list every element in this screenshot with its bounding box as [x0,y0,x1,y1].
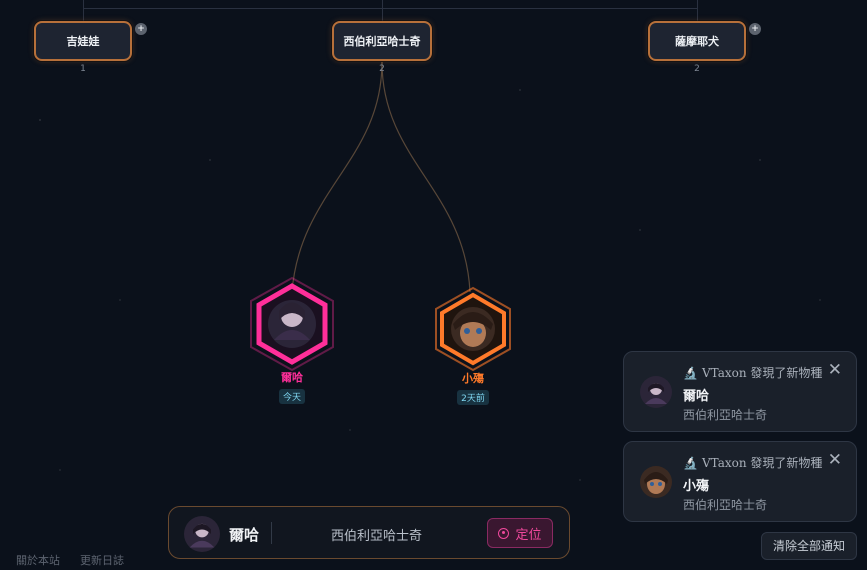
notification-header: 🔬 VTaxon 發現了新物種 [683,454,822,471]
selected-species-name: 爾哈 [229,526,260,544]
expand-icon[interactable]: + [135,23,147,35]
taxon-count: 2 [379,64,385,74]
notification-species-name: 爾哈 [683,389,710,404]
notification-toast[interactable]: 🔬 VTaxon 發現了新物種 爾哈 西伯利亞哈士奇 ✕ [623,351,857,432]
locate-button[interactable]: 定位 [487,518,553,548]
clear-all-notifications-button[interactable]: 清除全部通知 [761,532,857,560]
close-icon[interactable]: ✕ [828,452,842,469]
hexagon-avatar-frame [435,286,511,372]
taxon-count: 2 [694,64,700,74]
taxon-label: 吉娃娃 [66,34,100,48]
taxon-label: 薩摩耶犬 [675,34,719,48]
locate-label: 定位 [515,527,542,543]
notification-genus: 西伯利亞哈士奇 [683,498,768,512]
species-name: 小殤 [462,372,484,385]
notification-header-text: VTaxon 發現了新物種 [701,456,823,470]
notification-toast[interactable]: 🔬 VTaxon 發現了新物種 小殤 西伯利亞哈士奇 ✕ [623,441,857,522]
notification-header-text: VTaxon 發現了新物種 [701,366,823,380]
species-name: 爾哈 [281,371,303,384]
taxon-label: 西伯利亞哈士奇 [343,34,421,48]
expand-icon[interactable]: + [749,23,761,35]
close-icon[interactable]: ✕ [828,362,842,379]
target-icon [498,527,510,539]
species-date-badge: 2天前 [457,390,489,405]
hexagon-avatar-frame [250,276,334,371]
avatar [640,466,672,498]
changelog-link[interactable]: 更新日誌 [80,552,124,568]
species-node-xiaoshang[interactable]: 小殤 2天前 [428,286,518,405]
notification-species-name: 小殤 [683,479,710,494]
taxon-node-samoyed[interactable]: 薩摩耶犬 [648,21,746,61]
avatar [184,516,220,552]
avatar [640,376,672,408]
notification-header: 🔬 VTaxon 發現了新物種 [683,364,822,381]
species-node-erha[interactable]: 爾哈 今天 [247,276,337,404]
taxon-node-chihuahua[interactable]: 吉娃娃 [34,21,132,61]
selected-species-bar: 爾哈 西伯利亞哈士奇 定位 [168,506,570,559]
divider [271,522,272,544]
notification-genus: 西伯利亞哈士奇 [683,408,768,422]
microscope-icon: 🔬 [683,456,698,470]
species-date-badge: 今天 [278,389,305,404]
taxon-count: 1 [80,64,86,74]
microscope-icon: 🔬 [683,366,698,380]
about-link[interactable]: 關於本站 [16,552,60,568]
taxon-node-husky[interactable]: 西伯利亞哈士奇 [332,21,432,61]
selected-species-genus: 西伯利亞哈士奇 [331,529,423,544]
